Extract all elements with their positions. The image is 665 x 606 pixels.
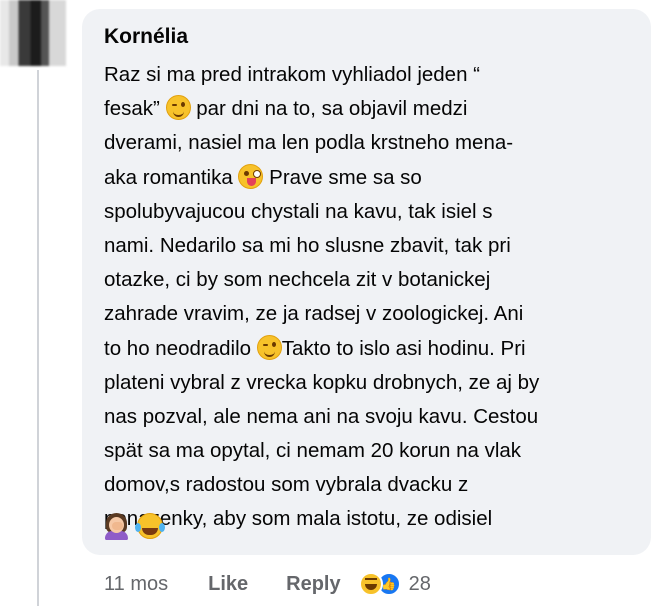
comment-author[interactable]: Kornélia [104, 25, 188, 49]
comment-text: Takto to islo asi hodinu. Pri [281, 336, 526, 360]
comment-text: spät sa ma opytal, ci nemam 20 korun na … [104, 439, 522, 463]
haha-reaction-icon [358, 572, 383, 596]
comment-line: to ho neodradilo Takto to islo asi hodin… [104, 332, 624, 366]
woman-facepalming-icon [104, 513, 129, 540]
comment-line: dverami, nasiel ma len podla krstneho me… [104, 126, 624, 160]
comment-line: Raz si ma pred intrakom vyhliadol jeden … [104, 58, 624, 92]
comment-text: Prave sme sa so [263, 165, 422, 189]
comment-text: fesak” [104, 97, 166, 121]
comment-text: dverami, nasiel ma len podla krstneho me… [104, 131, 514, 155]
timestamp[interactable]: 11 mos [104, 573, 168, 596]
comment-line: nas pozval, ale nema ani na svoju kavu. … [104, 400, 624, 434]
comment-line: fesak” par dni na to, sa objavil medzi [104, 92, 624, 126]
reactions-summary[interactable]: 👍 28 [358, 572, 431, 596]
comment-text: plateni vybral z vrecka kopku drobnych, … [104, 370, 540, 394]
comment-line: aka romantika Prave sme sa so [104, 161, 624, 195]
avatar[interactable] [0, 0, 66, 66]
comment-text: to ho neodradilo [104, 336, 257, 360]
comment-text: par dni na to, sa objavil medzi [190, 97, 468, 121]
comment-line: plateni vybral z vrecka kopku drobnych, … [104, 366, 624, 400]
like-button[interactable]: Like [208, 573, 248, 596]
comment-text: nami. Nedarilo sa mi ho slusne zbavit, t… [104, 233, 511, 257]
reply-button[interactable]: Reply [286, 573, 340, 596]
comment-line: spät sa ma opytal, ci nemam 20 korun na … [104, 434, 624, 468]
comment-text: spolubyvajucou chystali na kavu, tak isi… [104, 199, 493, 223]
comment-body: Raz si ma pred intrakom vyhliadol jeden … [104, 58, 624, 537]
tongue-face-icon [238, 163, 264, 189]
comment-text: domov,s radostou som vybrala dvacku z [104, 473, 469, 497]
winking-face-icon [165, 95, 191, 121]
winking-face-icon [256, 334, 282, 360]
comment-text: aka romantika [104, 165, 239, 189]
comment-line: nami. Nedarilo sa mi ho slusne zbavit, t… [104, 229, 624, 263]
comment-text: Raz si ma pred intrakom vyhliadol jeden … [104, 63, 480, 86]
face-with-tears-of-joy-icon [135, 513, 165, 539]
comment-line: penazenky, aby som mala istotu, ze odisi… [104, 502, 624, 536]
comment-line: spolubyvajucou chystali na kavu, tak isi… [104, 195, 624, 229]
reaction-count: 28 [408, 572, 431, 595]
comment-text: nas pozval, ale nema ani na svoju kavu. … [104, 404, 539, 428]
trailing-emojis [104, 513, 165, 540]
comment-text: otazke, ci by som nechcela zit v botanic… [104, 268, 491, 292]
comment-footer: 11 mos Like Reply 👍 28 [104, 570, 431, 598]
comment-text: zahrade vravim, ze ja radsej v zoologick… [104, 302, 524, 326]
thread-line [37, 70, 39, 606]
comment-line: zahrade vravim, ze ja radsej v zoologick… [104, 297, 624, 331]
comment-bubble: Kornélia Raz si ma pred intrakom vyhliad… [82, 9, 651, 555]
comment-line: otazke, ci by som nechcela zit v botanic… [104, 263, 624, 297]
comment-line: domov,s radostou som vybrala dvacku z [104, 468, 624, 502]
